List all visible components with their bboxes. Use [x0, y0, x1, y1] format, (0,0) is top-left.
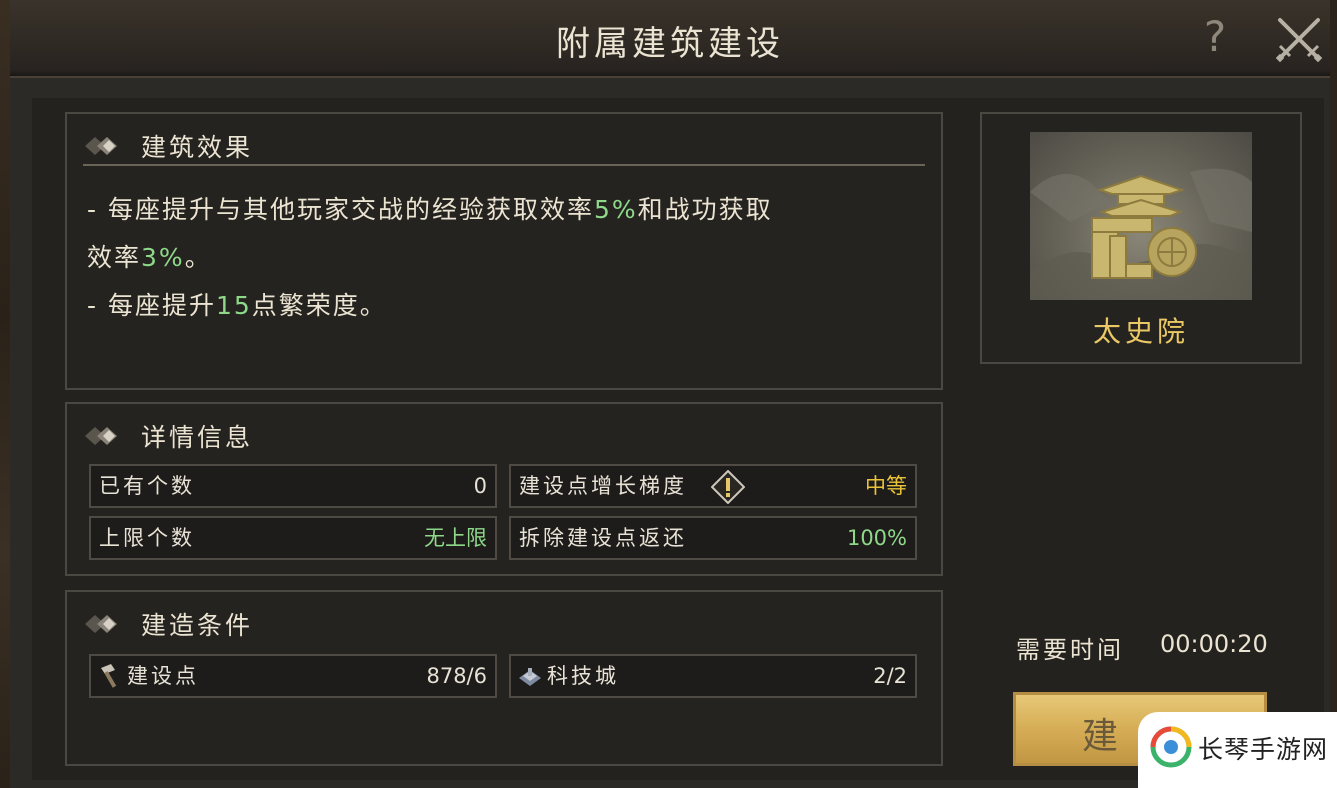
info-exclamation-icon[interactable]: [711, 470, 745, 504]
building-name: 太史院: [1092, 315, 1189, 348]
refund-value: 100%: [846, 526, 907, 550]
crossed-swords-icon: [1275, 18, 1323, 63]
diamond-ornament-icon: [85, 137, 117, 155]
build-time-value: 00:00:20: [1160, 630, 1268, 658]
details-panel-header: 详情信息: [83, 416, 253, 456]
effect-line-1: - 每座提升与其他玩家交战的经验获取效率5%和战功获取: [87, 195, 773, 224]
effect-panel-header: 建筑效果: [83, 126, 253, 166]
effect-line-2: 效率3%。: [87, 243, 212, 272]
tech-city-value: 2/2: [873, 664, 907, 688]
title-bar: 附属建筑建设 ?: [10, 0, 1330, 78]
tech-city-cell: 科技城 2/2: [509, 654, 917, 698]
close-button[interactable]: [1272, 12, 1326, 66]
building-emblem-icon: [1030, 168, 1252, 300]
diamond-ornament-icon: [85, 615, 117, 633]
limit-count-value: 无上限: [424, 526, 487, 550]
details-panel: 详情信息 已有个数 0 建设点增长梯度 中等 上限个数 无上限 拆除建设点返还 …: [65, 402, 943, 576]
effect-panel: 建筑效果 - 每座提升与其他玩家交战的经验获取效率5%和战功获取 效率3%。 -…: [65, 112, 943, 390]
build-points-label: 建设点: [127, 664, 199, 688]
prosperity-value: 15: [215, 291, 252, 320]
build-time-label: 需要时间: [1016, 636, 1124, 664]
existing-count-cell: 已有个数 0: [89, 464, 497, 508]
limit-count-label: 上限个数: [99, 526, 195, 550]
tech-city-icon: [519, 668, 541, 686]
conditions-panel: 建造条件 建设点 878/6 科技城 2/2: [65, 590, 943, 766]
tech-city-label: 科技城: [547, 664, 619, 688]
build-points-value: 878/6: [426, 664, 487, 688]
growth-gradient-cell: 建设点增长梯度 中等: [509, 464, 917, 508]
growth-gradient-value: 中等: [865, 474, 907, 498]
refund-cell: 拆除建设点返还 100%: [509, 516, 917, 560]
refund-label: 拆除建设点返还: [519, 526, 687, 550]
conditions-panel-title: 建造条件: [141, 611, 254, 640]
existing-count-value: 0: [473, 474, 487, 498]
site-watermark: 长琴手游网: [1138, 712, 1337, 788]
dialog-title: 附属建筑建设: [556, 24, 784, 64]
effect-description: - 每座提升与其他玩家交战的经验获取效率5%和战功获取 效率3%。 - 每座提升…: [87, 186, 927, 330]
merit-rate-value: 3%: [141, 243, 185, 272]
building-image: [1030, 132, 1252, 300]
existing-count-label: 已有个数: [99, 474, 195, 498]
build-points-cell: 建设点 878/6: [89, 654, 497, 698]
diamond-ornament-icon: [85, 427, 117, 445]
limit-count-cell: 上限个数 无上限: [89, 516, 497, 560]
title-bar-shadow: [10, 70, 1330, 76]
hammer-icon: [101, 664, 117, 688]
exp-rate-value: 5%: [593, 195, 638, 224]
growth-gradient-label: 建设点增长梯度: [519, 474, 687, 498]
dialog-window: 附属建筑建设 ? 建筑效果 - 每座提升与其他玩家交战的经验获取效率5%和战功获…: [10, 0, 1330, 788]
conditions-panel-header: 建造条件: [83, 604, 253, 644]
watermark-text: 长琴手游网: [1198, 735, 1329, 764]
building-preview-panel: 太史院: [980, 112, 1302, 364]
help-button[interactable]: ?: [1195, 12, 1235, 62]
watermark-logo-icon: [1150, 726, 1192, 768]
effect-panel-title: 建筑效果: [141, 133, 254, 162]
header-divider: [83, 164, 925, 166]
effect-line-3: - 每座提升15点繁荣度。: [87, 291, 387, 320]
build-time-row: 需要时间 00:00:20: [1016, 630, 1276, 665]
details-panel-title: 详情信息: [141, 423, 254, 452]
